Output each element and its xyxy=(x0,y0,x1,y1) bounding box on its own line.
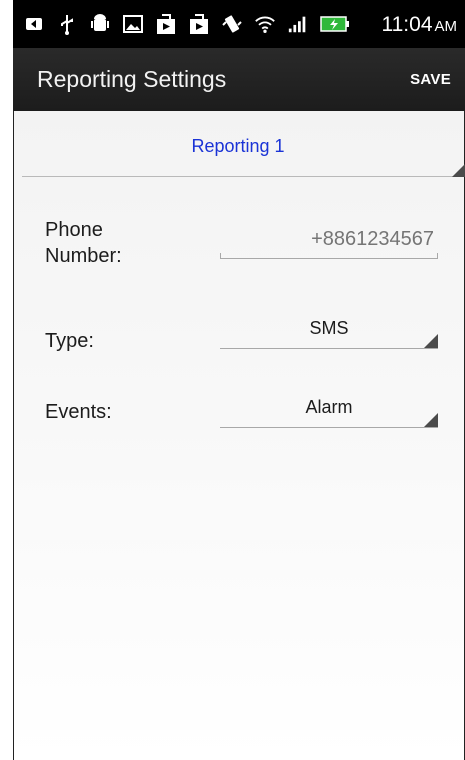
events-spinner[interactable]: Alarm xyxy=(220,390,438,428)
dropdown-arrow-icon xyxy=(452,163,465,177)
events-value: Alarm xyxy=(305,397,353,417)
phone-number-field[interactable] xyxy=(220,221,438,259)
back-arrow-icon xyxy=(23,13,45,35)
phone-number-label-line2: Number: xyxy=(45,245,122,267)
reporting-selector-spinner[interactable]: Reporting 1 xyxy=(22,111,465,177)
status-bar: 11:04 AM xyxy=(13,0,465,48)
clock-time: 11:04 xyxy=(381,13,433,36)
phone-number-input[interactable] xyxy=(220,223,438,255)
page-title: Reporting Settings xyxy=(37,66,227,92)
action-bar: Reporting Settings SAVE xyxy=(13,48,465,111)
save-button[interactable]: SAVE xyxy=(410,64,451,94)
phone-screen: 11:04 AM Reporting Settings SAVE Reportin… xyxy=(13,0,465,760)
battery-charging-icon xyxy=(320,13,350,35)
image-icon xyxy=(122,13,144,35)
phone-number-label: Phone Number: xyxy=(45,217,122,269)
status-clock: 11:04 AM xyxy=(382,13,458,37)
type-spinner[interactable]: SMS xyxy=(220,311,438,349)
events-label: Events: xyxy=(45,401,112,423)
usb-icon xyxy=(56,13,78,35)
download-icon xyxy=(155,13,177,35)
type-label: Type: xyxy=(45,330,94,352)
type-value: SMS xyxy=(309,318,349,338)
clock-ampm: AM xyxy=(434,18,458,35)
download-icon xyxy=(188,13,210,35)
settings-content: Reporting 1 Phone Number: Type: SMS Even… xyxy=(13,111,465,760)
dropdown-arrow-icon xyxy=(424,413,438,427)
android-debug-icon xyxy=(89,13,111,35)
notification-icons xyxy=(13,13,350,35)
vibrate-icon xyxy=(221,13,243,35)
signal-icon xyxy=(287,13,309,35)
wifi-icon xyxy=(254,13,276,35)
dropdown-arrow-icon xyxy=(424,334,438,348)
phone-number-label-line1: Phone xyxy=(45,219,103,241)
reporting-selector-value: Reporting 1 xyxy=(191,136,285,156)
